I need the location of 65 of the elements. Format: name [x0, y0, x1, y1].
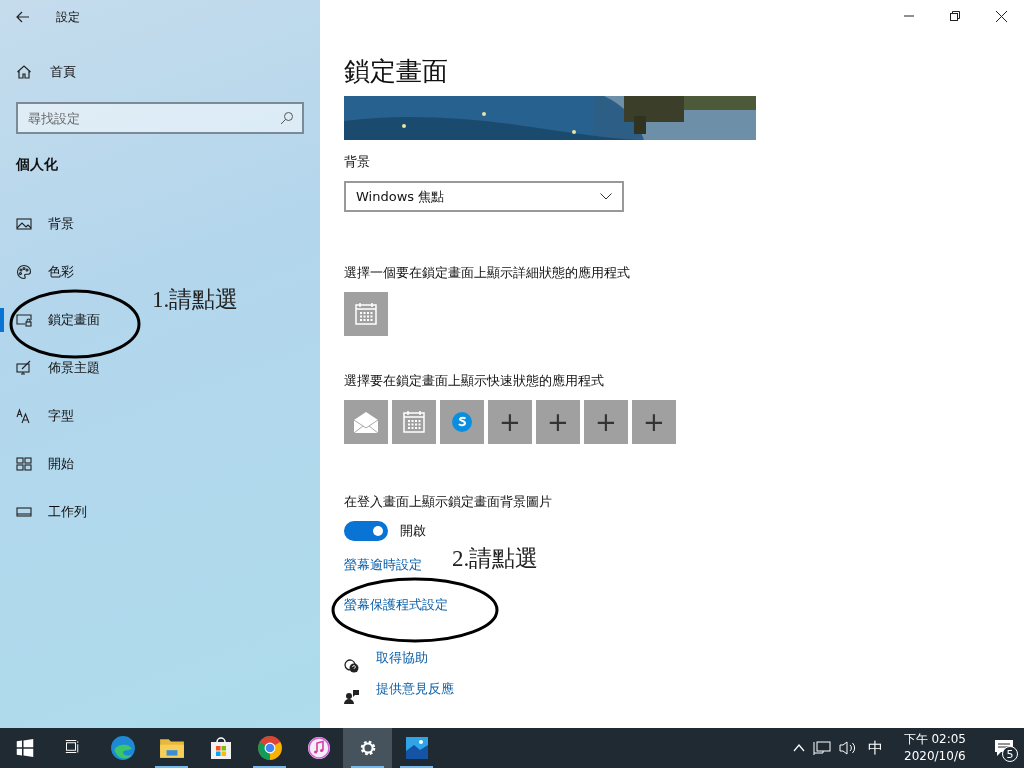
help-chat-icon: [344, 657, 360, 674]
windows-logo-icon: [15, 739, 34, 757]
restore-icon: [950, 11, 960, 21]
toggle-label: 開啟: [400, 522, 426, 540]
shopping-bag-icon: [208, 735, 233, 761]
annotation-text: 1.請點選: [152, 286, 239, 314]
search-field[interactable]: 尋找設定: [16, 102, 304, 134]
chevron-up-icon[interactable]: [792, 744, 805, 752]
start-layout-icon: [16, 456, 32, 472]
sidebar-item[interactable]: 字型: [0, 392, 78, 440]
image-icon: [16, 216, 32, 232]
sidebar-item[interactable]: 色彩: [0, 248, 78, 296]
browser-swirl-icon: [109, 735, 136, 761]
notification-badge: 5: [1002, 746, 1018, 762]
add-app-tile[interactable]: +: [488, 400, 532, 444]
sidebar-item[interactable]: 佈景主題: [0, 344, 104, 392]
add-app-tile[interactable]: +: [536, 400, 580, 444]
search-icon: [280, 111, 294, 125]
sidebar-item[interactable]: 工作列: [0, 488, 91, 536]
palette-icon: [16, 264, 32, 280]
sidebar-item[interactable]: 背景: [0, 200, 78, 248]
music-note-icon: [306, 736, 331, 760]
taskbar-button[interactable]: [343, 728, 392, 768]
field-label: 背景: [344, 154, 371, 171]
chevron-down-icon: [600, 193, 612, 200]
input-method-indicator[interactable]: 中: [864, 738, 886, 758]
feedback-link[interactable]: 提供意見反應: [376, 681, 454, 698]
home-icon: [16, 64, 32, 80]
clock[interactable]: 下午 02:05 2020/10/6: [903, 731, 966, 765]
section-heading: 個人化: [15, 155, 59, 174]
help-link[interactable]: 取得協助: [376, 650, 428, 667]
envelope-icon: [353, 410, 379, 434]
theme-icon: [16, 360, 32, 376]
add-app-tile[interactable]: +: [632, 400, 676, 444]
back-arrow-icon[interactable]: [16, 10, 30, 24]
taskbar-icon: [16, 504, 32, 520]
home-link[interactable]: 首頁: [50, 63, 76, 81]
background-dropdown[interactable]: Windows 焦點: [344, 181, 624, 212]
app-tile[interactable]: [344, 400, 388, 444]
close-icon: [995, 10, 1007, 22]
settings-link[interactable]: 螢幕保護程式設定: [344, 597, 448, 614]
field-label: 選擇要在鎖定畫面上顯示快速狀態的應用程式: [344, 373, 605, 390]
lock-screen-icon: [16, 312, 32, 328]
photo-landscape-icon: [404, 736, 429, 760]
sidebar-item[interactable]: 開始: [0, 440, 78, 488]
network-icon[interactable]: [812, 740, 831, 756]
app-tile[interactable]: [440, 400, 484, 444]
app-tile[interactable]: [392, 400, 436, 444]
volume-icon[interactable]: [838, 740, 857, 756]
font-icon: [16, 408, 32, 424]
calendar-icon: [354, 302, 378, 326]
annotation-text: 2.請點選: [452, 545, 539, 573]
field-label: 選擇一個要在鎖定畫面上顯示詳細狀態的應用程式: [344, 265, 631, 282]
page-title: 鎖定畫面: [344, 55, 449, 88]
chrome-ball-icon: [256, 735, 283, 761]
settings-link[interactable]: 螢幕逾時設定: [344, 557, 422, 574]
app-tile[interactable]: [344, 292, 388, 336]
field-label: 在登入畫面上顯示鎖定畫面背景圖片: [344, 494, 553, 511]
toggle-switch[interactable]: [344, 521, 388, 541]
window-title: 設定: [56, 8, 80, 26]
add-app-tile[interactable]: +: [584, 400, 628, 444]
feedback-person-icon: [344, 688, 360, 705]
skype-icon: [451, 411, 473, 433]
sidebar-item[interactable]: 鎖定畫面: [0, 296, 104, 344]
calendar-icon: [402, 410, 426, 434]
